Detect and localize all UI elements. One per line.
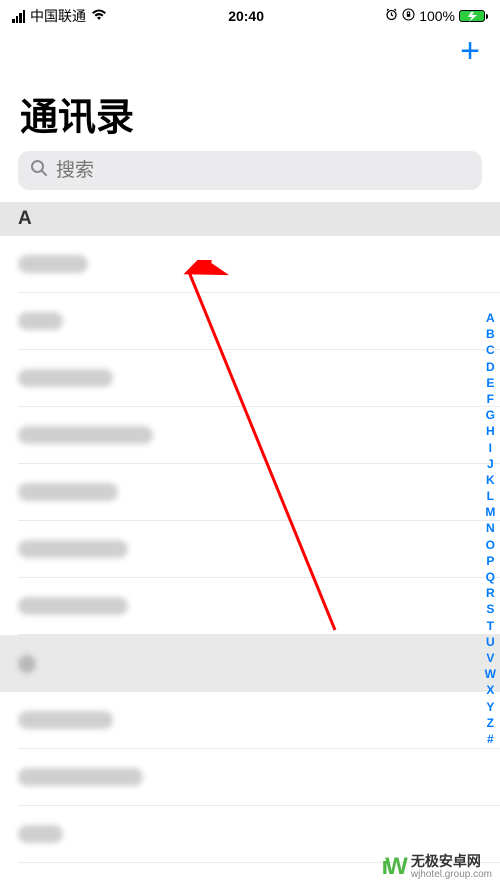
- watermark-logo-icon: ıW: [382, 853, 405, 881]
- index-letter[interactable]: U: [485, 634, 496, 650]
- search-input[interactable]: [56, 160, 470, 182]
- alarm-icon: [385, 8, 398, 24]
- watermark-url: wjhotel.group.com: [411, 869, 492, 880]
- index-letter[interactable]: P: [485, 553, 496, 569]
- index-letter[interactable]: R: [485, 585, 496, 601]
- index-letter[interactable]: X: [485, 682, 496, 698]
- index-letter[interactable]: G: [485, 407, 496, 423]
- contact-row[interactable]: [18, 407, 500, 464]
- status-bar: 中国联通 20:40 100%: [0, 0, 500, 28]
- contact-row[interactable]: [18, 692, 500, 749]
- index-letter[interactable]: F: [485, 391, 496, 407]
- wifi-icon: [91, 8, 107, 24]
- contact-row[interactable]: [18, 236, 500, 293]
- status-left: 中国联通: [12, 6, 107, 26]
- index-letter[interactable]: M: [485, 504, 496, 520]
- carrier-label: 中国联通: [30, 6, 86, 26]
- index-letter[interactable]: E: [485, 375, 496, 391]
- index-letter[interactable]: W: [485, 666, 496, 682]
- index-letter[interactable]: Q: [485, 569, 496, 585]
- watermark: ıW 无极安卓网 wjhotel.group.com: [382, 853, 492, 881]
- index-letter[interactable]: D: [485, 359, 496, 375]
- battery-icon: [459, 10, 488, 22]
- lock-icon: [402, 8, 415, 24]
- contact-row[interactable]: [18, 350, 500, 407]
- section-header-a: A: [0, 202, 500, 236]
- nav-bar: +: [0, 28, 500, 68]
- index-letter[interactable]: #: [485, 731, 496, 747]
- index-letter[interactable]: Y: [485, 699, 496, 715]
- contact-row[interactable]: [18, 464, 500, 521]
- index-letter[interactable]: N: [485, 520, 496, 536]
- index-letter[interactable]: J: [485, 456, 496, 472]
- add-contact-button[interactable]: +: [460, 34, 480, 68]
- index-letter[interactable]: I: [485, 440, 496, 456]
- contact-row[interactable]: [18, 749, 500, 806]
- index-letter[interactable]: K: [485, 472, 496, 488]
- index-letter[interactable]: Z: [485, 715, 496, 731]
- index-letter[interactable]: V: [485, 650, 496, 666]
- alphabet-index[interactable]: A B C D E F G H I J K L M N O P Q R S T …: [485, 310, 496, 747]
- contact-row[interactable]: [18, 578, 500, 635]
- index-letter[interactable]: O: [485, 537, 496, 553]
- index-letter[interactable]: S: [485, 601, 496, 617]
- index-letter[interactable]: L: [485, 488, 496, 504]
- contact-row[interactable]: [0, 635, 500, 692]
- contact-row[interactable]: [18, 293, 500, 350]
- battery-percent: 100%: [419, 8, 455, 24]
- watermark-name: 无极安卓网: [411, 854, 492, 869]
- search-bar[interactable]: [18, 151, 482, 190]
- index-letter[interactable]: B: [485, 326, 496, 342]
- contact-row[interactable]: [18, 521, 500, 578]
- status-time: 20:40: [228, 8, 264, 24]
- index-letter[interactable]: T: [485, 618, 496, 634]
- index-letter[interactable]: C: [485, 342, 496, 358]
- contact-list: [0, 236, 500, 863]
- page-title: 通讯录: [0, 68, 500, 151]
- status-right: 100%: [385, 8, 488, 24]
- search-icon: [30, 159, 48, 182]
- index-letter[interactable]: H: [485, 423, 496, 439]
- signal-icon: [12, 10, 25, 23]
- index-letter[interactable]: A: [485, 310, 496, 326]
